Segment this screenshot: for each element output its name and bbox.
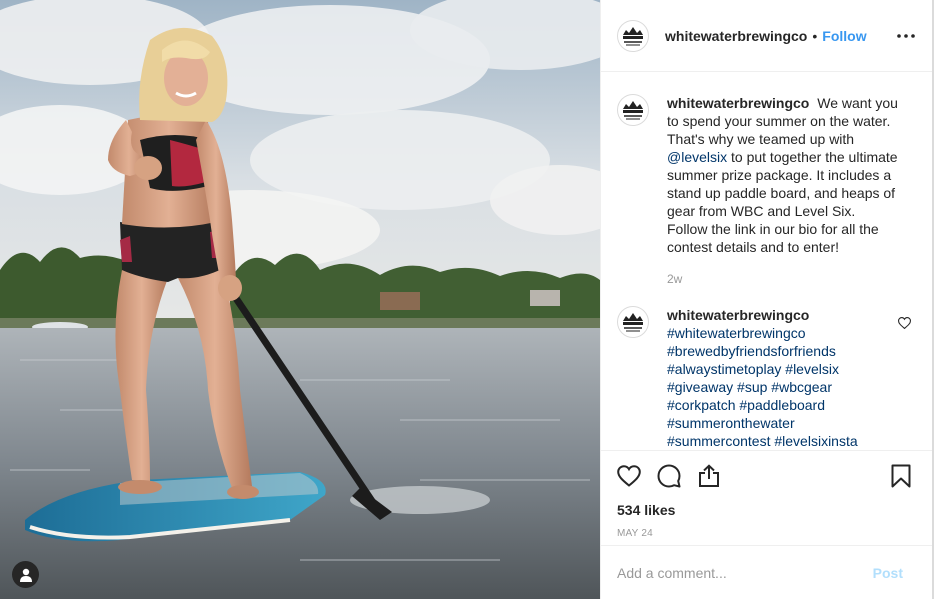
hashtag-link[interactable]: #paddleboard bbox=[739, 397, 825, 413]
more-dots-icon bbox=[897, 33, 915, 38]
comment-input[interactable] bbox=[617, 564, 873, 581]
action-bar bbox=[617, 451, 917, 501]
heart-outline-icon bbox=[897, 317, 912, 330]
panel-border bbox=[932, 0, 934, 599]
mention-link[interactable]: @levelsix bbox=[667, 149, 727, 165]
like-button[interactable] bbox=[617, 464, 641, 488]
comment-icon bbox=[657, 464, 681, 488]
hashtag-link[interactable]: #summeronthewater bbox=[667, 415, 795, 431]
post-details-panel: whitewaterbrewingco • Follow whitewaterb… bbox=[600, 0, 934, 599]
add-comment-bar: Post bbox=[601, 545, 933, 599]
share-button[interactable] bbox=[697, 464, 721, 488]
hashtag-link[interactable]: #levelsixinsta bbox=[774, 433, 857, 449]
likes-count[interactable]: 534 likes bbox=[617, 501, 917, 519]
caption-text: whitewaterbrewingco We want you to spend… bbox=[667, 94, 899, 288]
brewery-logo-icon bbox=[623, 26, 643, 45]
comments-list[interactable]: whitewaterbrewingco We want you to spend… bbox=[601, 72, 933, 450]
hashtag-link[interactable]: #brewedbyfriendsforfriends bbox=[667, 343, 836, 359]
hashtag-link[interactable]: #sup bbox=[737, 379, 767, 395]
post-date[interactable]: MAY 24 bbox=[617, 528, 917, 539]
hashtag-comment: whitewaterbrewingco #whitewaterbrewingco… bbox=[617, 306, 917, 450]
post-comment-button[interactable]: Post bbox=[873, 565, 903, 581]
heart-icon bbox=[617, 465, 641, 487]
save-button[interactable] bbox=[889, 464, 913, 488]
post-caption: whitewaterbrewingco We want you to spend… bbox=[617, 94, 917, 288]
hashtag-link[interactable]: #alwaystimetoplay bbox=[667, 361, 781, 377]
brewery-logo-icon bbox=[623, 101, 643, 120]
hashtag-link[interactable]: #wbcgear bbox=[771, 379, 832, 395]
comment-text: whitewaterbrewingco #whitewaterbrewingco… bbox=[667, 306, 867, 450]
hashtag-link[interactable]: #giveaway bbox=[667, 379, 733, 395]
hashtag-link[interactable]: #summercontest bbox=[667, 433, 770, 449]
hashtag-link[interactable]: #corkpatch bbox=[667, 397, 735, 413]
comment-avatar[interactable] bbox=[617, 306, 649, 338]
bookmark-icon bbox=[891, 464, 911, 488]
user-icon bbox=[19, 568, 32, 582]
tagged-user-button[interactable] bbox=[12, 561, 39, 588]
paddleboard-photo bbox=[0, 0, 600, 599]
brewery-logo-icon bbox=[623, 313, 643, 332]
post-actions: 534 likes MAY 24 bbox=[601, 450, 933, 539]
post-photo[interactable] bbox=[0, 0, 600, 599]
caption-avatar[interactable] bbox=[617, 94, 649, 126]
hashtag-link[interactable]: #whitewaterbrewingco bbox=[667, 325, 806, 341]
account-username-link[interactable]: whitewaterbrewingco bbox=[665, 28, 807, 44]
follow-button[interactable]: Follow bbox=[822, 28, 866, 44]
hashtag-link[interactable]: #levelsix bbox=[785, 361, 839, 377]
account-avatar[interactable] bbox=[617, 19, 649, 52]
share-icon bbox=[699, 464, 719, 487]
separator-dot: • bbox=[812, 27, 818, 44]
post-header: whitewaterbrewingco • Follow bbox=[601, 0, 934, 72]
caption-username-link[interactable]: whitewaterbrewingco bbox=[667, 95, 809, 111]
caption-timestamp[interactable]: 2w bbox=[667, 270, 899, 288]
like-comment-button[interactable] bbox=[897, 316, 912, 334]
more-options-button[interactable] bbox=[894, 24, 918, 48]
comment-username-link[interactable]: whitewaterbrewingco bbox=[667, 307, 809, 323]
comment-button[interactable] bbox=[657, 464, 681, 488]
